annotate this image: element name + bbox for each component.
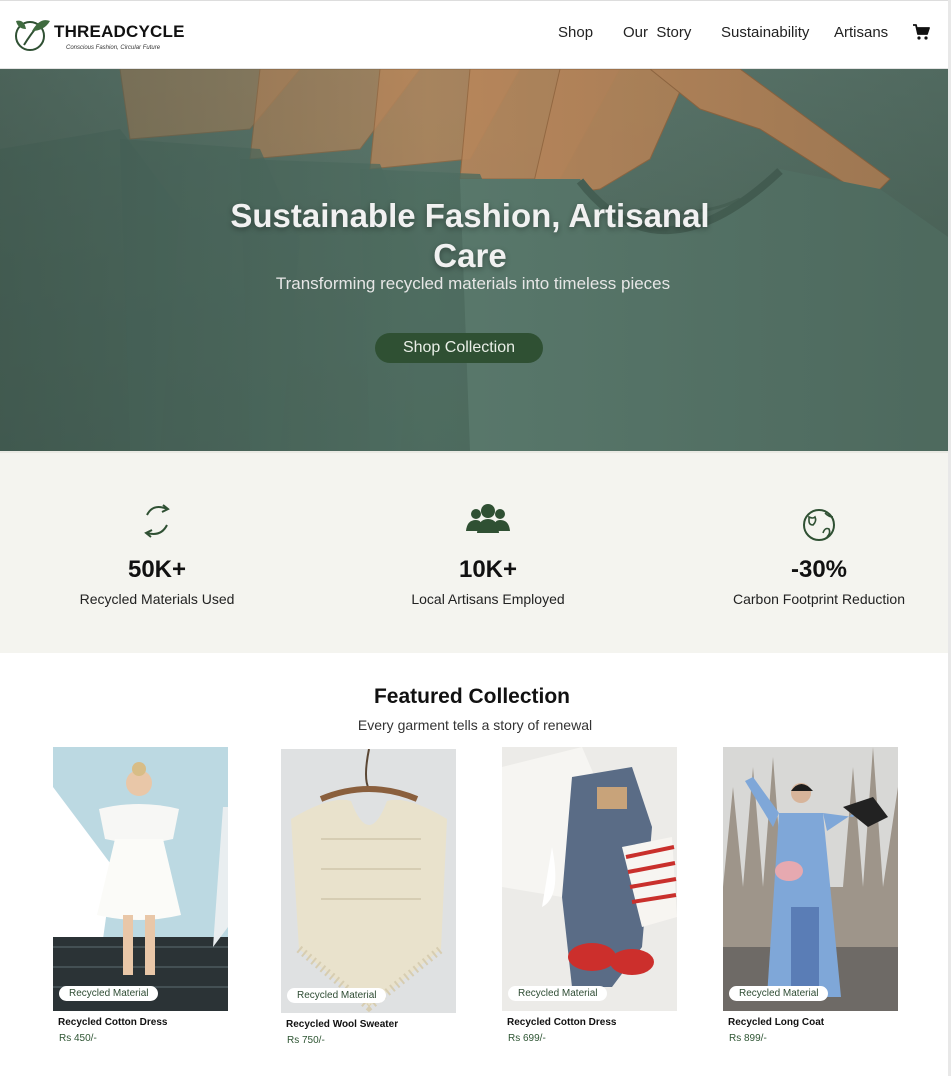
nav-artisans[interactable]: Artisans	[834, 24, 888, 41]
recycle-icon	[144, 504, 170, 538]
product-name[interactable]: Recycled Cotton Dress	[58, 1017, 167, 1028]
featured-title: Featured Collection	[373, 685, 571, 708]
product-name[interactable]: Recycled Wool Sweater	[286, 1019, 398, 1030]
product-image[interactable]	[502, 747, 677, 1011]
product-image[interactable]	[53, 747, 228, 1011]
cart-icon[interactable]	[912, 23, 930, 41]
globe-icon	[803, 509, 835, 541]
product-price: Rs 750/-	[287, 1035, 325, 1046]
stat-carbon: -30% Carbon Footprint Reduction	[669, 453, 951, 655]
hero-subtitle: Transforming recycled materials into tim…	[275, 274, 671, 293]
recycled-badge: Recycled Material	[508, 986, 608, 1001]
product-price: Rs 899/-	[729, 1033, 767, 1044]
recycled-badge: Recycled Material	[287, 988, 387, 1003]
nav-shop[interactable]: Shop	[558, 24, 593, 41]
product-name[interactable]: Recycled Cotton Dress	[507, 1017, 616, 1028]
navbar: THREADCYCLE Conscious Fashion, Circular …	[0, 0, 951, 69]
brand-name[interactable]: THREADCYCLE	[54, 22, 185, 42]
product-image[interactable]	[281, 749, 456, 1013]
hero-title: Sustainable Fashion, Artisanal Care	[230, 197, 710, 274]
brand-tagline: Conscious Fashion, Circular Future	[66, 45, 161, 51]
stat-value: 50K+	[127, 556, 187, 583]
featured-subtitle: Every garment tells a story of renewal	[357, 717, 593, 733]
stat-label: Recycled Materials Used	[79, 591, 235, 607]
stat-recycled: 50K+ Recycled Materials Used	[7, 453, 307, 655]
nav-sustainability[interactable]: Sustainability	[721, 24, 809, 41]
product-image[interactable]	[723, 747, 898, 1011]
stat-label: Carbon Footprint Reduction	[733, 591, 905, 607]
stat-label: Local Artisans Employed	[411, 591, 565, 607]
stat-value: -30%	[790, 556, 848, 583]
shop-collection-button[interactable]: Shop Collection	[375, 333, 543, 363]
product-price: Rs 450/-	[59, 1033, 97, 1044]
product-price: Rs 699/-	[508, 1033, 546, 1044]
recycled-badge: Recycled Material	[59, 986, 159, 1001]
stat-artisans: 10K+ Local Artisans Employed	[338, 453, 638, 655]
leaf-logo-icon[interactable]	[12, 15, 52, 53]
people-icon	[466, 504, 510, 533]
stat-value: 10K+	[458, 556, 518, 583]
product-name[interactable]: Recycled Long Coat	[728, 1017, 824, 1028]
impact-stats: 50K+ Recycled Materials Used 10K+ Local …	[0, 451, 951, 653]
hero-banner: Sustainable Fashion, Artisanal Care Tran…	[0, 69, 951, 451]
nav-our-story[interactable]: Our Story	[623, 24, 691, 41]
recycled-badge: Recycled Material	[729, 986, 829, 1001]
